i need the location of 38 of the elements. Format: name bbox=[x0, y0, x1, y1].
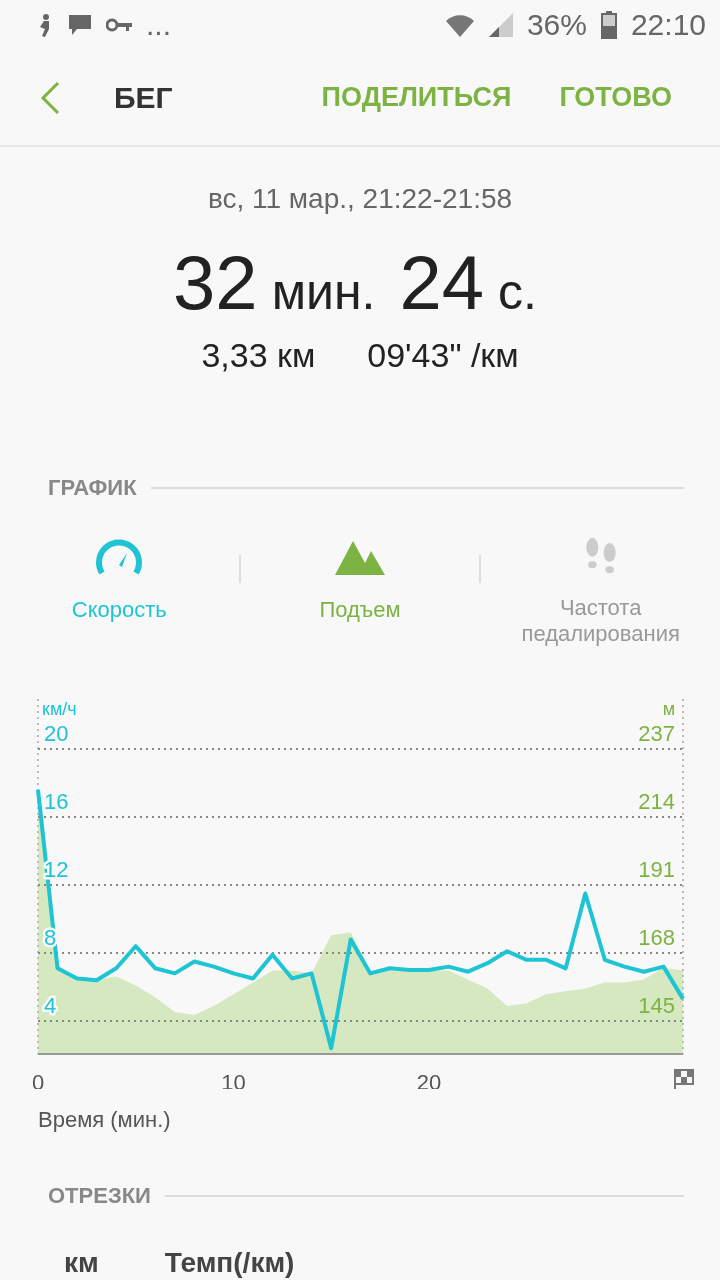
duration-value: 24 bbox=[399, 239, 484, 326]
checkered-flag-icon bbox=[674, 1069, 694, 1089]
tick-label: 214 bbox=[638, 788, 675, 814]
tick-label: 191 bbox=[638, 856, 675, 882]
duration-value: 32 bbox=[173, 239, 258, 326]
workout-date: вс, 11 мар., 21:22-21:58 bbox=[207, 183, 513, 215]
battery-percent: 36% bbox=[526, 8, 587, 42]
duration-unit: мин. bbox=[271, 263, 376, 321]
screen-title: БЕГ bbox=[114, 80, 174, 115]
more-notifications: ... bbox=[146, 8, 171, 42]
column-header: Темп(/км) bbox=[164, 1247, 295, 1279]
chat-icon bbox=[68, 14, 92, 36]
tick-label: 168 bbox=[638, 924, 675, 950]
axis-unit: км/ч bbox=[42, 699, 77, 719]
axis-unit: м bbox=[662, 699, 675, 719]
metric-tab[interactable]: Скорость bbox=[0, 537, 239, 647]
metric-tab[interactable]: Подъем bbox=[240, 537, 480, 647]
speedometer-icon bbox=[94, 537, 145, 577]
section-title: ГРАФИК bbox=[48, 475, 137, 501]
pace: 09'43" /км bbox=[367, 336, 519, 375]
column-header: км bbox=[64, 1247, 99, 1279]
tick-label: 145 bbox=[638, 992, 675, 1018]
metric-tab[interactable]: Частота педалирования bbox=[481, 537, 720, 647]
action-button[interactable]: ПОДЕЛИТЬСЯ bbox=[321, 82, 512, 113]
section-title: ОТРЕЗКИ bbox=[48, 1183, 151, 1209]
action-button[interactable]: ГОТОВО bbox=[559, 82, 672, 113]
key-icon bbox=[106, 17, 132, 33]
tick-label: 16 bbox=[44, 789, 69, 814]
tick-label: 4 bbox=[44, 993, 57, 1018]
clock: 22:10 bbox=[630, 8, 706, 42]
tick-label: 20 bbox=[44, 721, 69, 746]
axis-title: Время (мин.) bbox=[38, 1107, 172, 1133]
distance: 3,33 км bbox=[201, 336, 316, 375]
signal-icon bbox=[488, 13, 513, 37]
battery-icon bbox=[600, 11, 617, 39]
wifi-icon bbox=[444, 13, 475, 37]
duration-unit: с. bbox=[498, 263, 537, 321]
tick-label: 237 bbox=[638, 720, 675, 746]
